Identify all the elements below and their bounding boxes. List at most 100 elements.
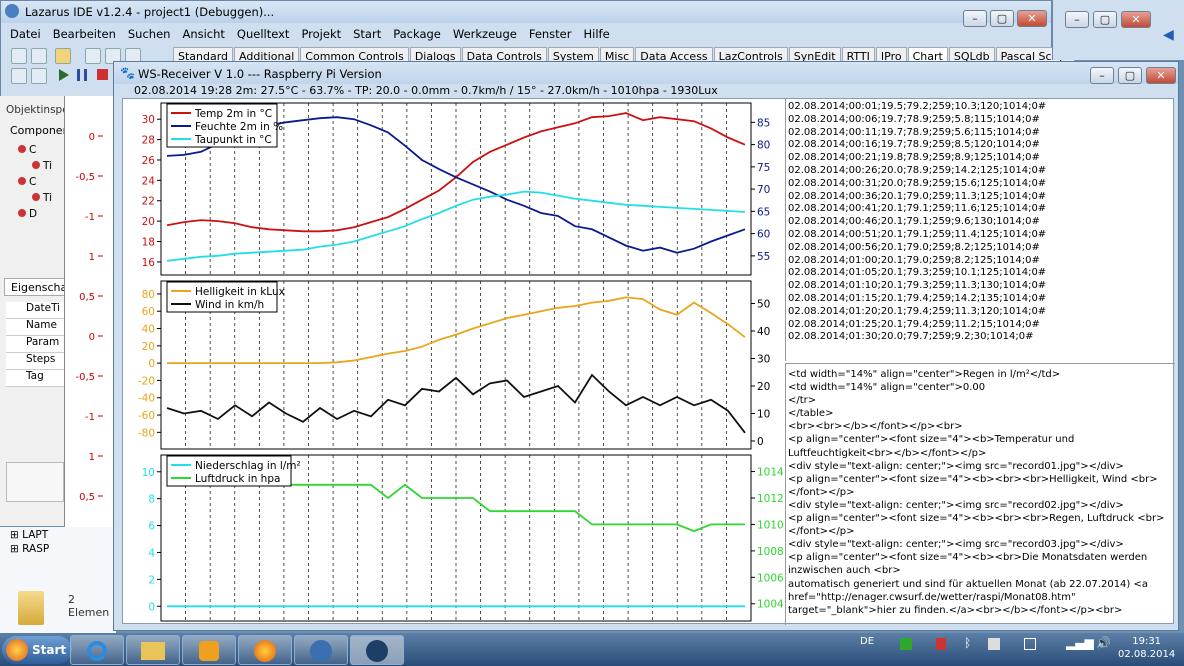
- data-log[interactable]: 02.08.2014;00:01;19.5;79.2;259;10.3;120;…: [785, 99, 1175, 361]
- pause-icon[interactable]: [77, 69, 87, 81]
- log-line: 02.08.2014;01:05;20.1;79.3;259;10.1;125;…: [788, 267, 1047, 279]
- menu-fenster[interactable]: Fenster: [524, 27, 579, 45]
- menu-suchen[interactable]: Suchen: [123, 27, 178, 45]
- html-output[interactable]: <td width="14%" align="center">Regen in …: [785, 363, 1175, 625]
- firefox-icon[interactable]: [238, 635, 292, 665]
- bg-close-button[interactable]: ✕: [1121, 11, 1151, 28]
- property-row[interactable]: Name: [6, 319, 64, 336]
- ws-receiver-window: 🐾 WS-Receiver V 1.0 --- Raspberry Pi Ver…: [113, 61, 1179, 631]
- ws-client-area: 30 28 26 24 22 20 18 16 85 80 75 70 65 60 55 Temp 2m in…: [122, 98, 1175, 625]
- chart-legend: Niederschlag in l/m²Luftdruck in hpa: [166, 455, 301, 487]
- designer-tick-label: -1: [85, 412, 95, 423]
- property-row[interactable]: Param: [6, 336, 64, 353]
- new-unit-icon[interactable]: [11, 48, 27, 64]
- left-tick-label: 18: [142, 237, 155, 249]
- log-line: 02.08.2014;01:10;20.1;79.3;259;11.3;130;…: [788, 280, 1047, 292]
- minimize-button[interactable]: –: [963, 10, 987, 27]
- ws-minimize-button[interactable]: –: [1090, 67, 1114, 84]
- left-tick-label: 20: [142, 341, 155, 353]
- tree-item[interactable]: D: [14, 208, 64, 224]
- new-form-icon[interactable]: [31, 48, 47, 64]
- component-tree[interactable]: C Ti C Ti D: [14, 144, 64, 224]
- chart-2: 80 60 40 20 0 -20 -40 -60 -80 50 40 30 20 10 0 Helligke…: [138, 280, 770, 450]
- log-line: 02.08.2014;00:46;20.1;79.1;259;9.6;130;1…: [788, 216, 1040, 228]
- right-tick-label: 1014: [757, 467, 783, 479]
- language-indicator[interactable]: DE: [860, 636, 874, 647]
- ws-maximize-button[interactable]: ▢: [1118, 67, 1142, 84]
- save-icon[interactable]: [85, 48, 101, 64]
- log-line: 02.08.2014;00:06;19.7;78.9;259;5.8;115;1…: [788, 113, 1040, 125]
- left-tick-label: 10: [142, 467, 155, 479]
- tray-alert-icon[interactable]: [936, 638, 946, 650]
- network-icon[interactable]: [1024, 638, 1036, 650]
- left-tick-label: 22: [142, 196, 155, 208]
- tree-item[interactable]: C: [14, 144, 64, 160]
- menu-datei[interactable]: Datei: [5, 27, 48, 45]
- menu-package[interactable]: Package: [388, 27, 448, 45]
- properties-tab[interactable]: Eigenschaf: [4, 278, 71, 296]
- designer-tick-label: -0,5: [75, 172, 95, 183]
- left-tick-label: 20: [142, 216, 155, 228]
- signal-icon[interactable]: ▂▄▆: [1066, 636, 1094, 650]
- designer-tick-label: 0,5: [79, 492, 95, 503]
- property-row[interactable]: DateTi: [6, 302, 64, 319]
- media-player-icon[interactable]: [182, 635, 236, 665]
- maximize-button[interactable]: ▢: [990, 10, 1014, 27]
- explorer-item-lapt[interactable]: ⊞ LAPT: [10, 529, 48, 541]
- explorer-item-rasp[interactable]: ⊞ RASP: [10, 543, 49, 555]
- ws-title: WS-Receiver V 1.0 --- Raspberry Pi Versi…: [138, 67, 382, 81]
- tree-item[interactable]: Ti: [14, 192, 64, 208]
- back-arrow-icon[interactable]: ◀: [1163, 27, 1174, 43]
- ws-close-button[interactable]: ✕: [1146, 67, 1176, 84]
- menu-quelltext[interactable]: Quelltext: [232, 27, 297, 45]
- property-list: DateTi Name Param Steps Tag: [6, 302, 64, 387]
- menu-start[interactable]: Start: [348, 27, 388, 45]
- left-tick-label: 28: [142, 135, 155, 147]
- chart-legend: Temp 2m in °CFeuchte 2m in %Taupunkt in …: [166, 103, 283, 148]
- right-tick-label: 10: [757, 409, 770, 421]
- designer-tick-label: 0,5: [79, 292, 95, 303]
- menu-werkzeuge[interactable]: Werkzeuge: [448, 27, 524, 45]
- tray-icon[interactable]: [988, 638, 1000, 650]
- bg-maximize-button[interactable]: ▢: [1093, 11, 1117, 28]
- menu-projekt[interactable]: Projekt: [296, 27, 348, 45]
- internet-explorer-icon[interactable]: [70, 635, 124, 665]
- log-line: 02.08.2014;01:15;20.1;79.4;259;14.2;135;…: [788, 292, 1047, 304]
- property-row[interactable]: Steps: [6, 353, 64, 370]
- log-line: 02.08.2014;00:26;20.0;78.9;259;14.2;125;…: [788, 164, 1047, 176]
- menu-bearbeiten[interactable]: Bearbeiten: [48, 27, 123, 45]
- ws-titlebar: 🐾 WS-Receiver V 1.0 --- Raspberry Pi Ver…: [114, 62, 1178, 84]
- left-tick-label: 30: [142, 114, 155, 126]
- view-units-icon[interactable]: [11, 68, 27, 84]
- paw-icon[interactable]: [350, 635, 404, 665]
- designer-tick-label: 1: [89, 252, 95, 263]
- close-button[interactable]: ✕: [1017, 10, 1047, 27]
- tree-item[interactable]: C: [14, 176, 64, 192]
- clock[interactable]: 19:31 02.08.2014: [1118, 635, 1175, 661]
- component-icon: [18, 209, 26, 217]
- volume-icon[interactable]: 🔊: [1096, 636, 1111, 650]
- log-line: 02.08.2014;00:51;20.1;79.1;259;11.4;125;…: [788, 228, 1047, 240]
- property-row[interactable]: Tag: [6, 370, 64, 387]
- component-icon: [32, 193, 40, 201]
- tree-item[interactable]: Ti: [14, 160, 64, 176]
- log-line: 02.08.2014;01:25;20.1;79.4;259;11.2;15;1…: [788, 318, 1040, 330]
- legend-label-wind: Wind in km/h: [195, 299, 264, 311]
- menu-hilfe[interactable]: Hilfe: [578, 27, 616, 45]
- chart-legend: Helligkeit in kLuxWind in km/h: [166, 281, 285, 313]
- bg-minimize-button[interactable]: –: [1065, 11, 1089, 28]
- open-icon[interactable]: [55, 48, 71, 64]
- component-icon: [18, 145, 26, 153]
- start-button[interactable]: Start: [2, 636, 72, 664]
- lazarus-icon[interactable]: [294, 635, 348, 665]
- right-tick-label: 75: [757, 162, 770, 174]
- right-tick-label: 70: [757, 184, 770, 196]
- stop-icon[interactable]: [97, 69, 108, 80]
- bluetooth-icon[interactable]: ᛒ: [964, 636, 971, 650]
- view-forms-icon[interactable]: [31, 68, 47, 84]
- run-icon[interactable]: [59, 69, 69, 81]
- property-description: [6, 462, 64, 502]
- tray-app-icon[interactable]: [900, 638, 912, 650]
- menu-ansicht[interactable]: Ansicht: [177, 27, 231, 45]
- folder-icon[interactable]: [126, 635, 180, 665]
